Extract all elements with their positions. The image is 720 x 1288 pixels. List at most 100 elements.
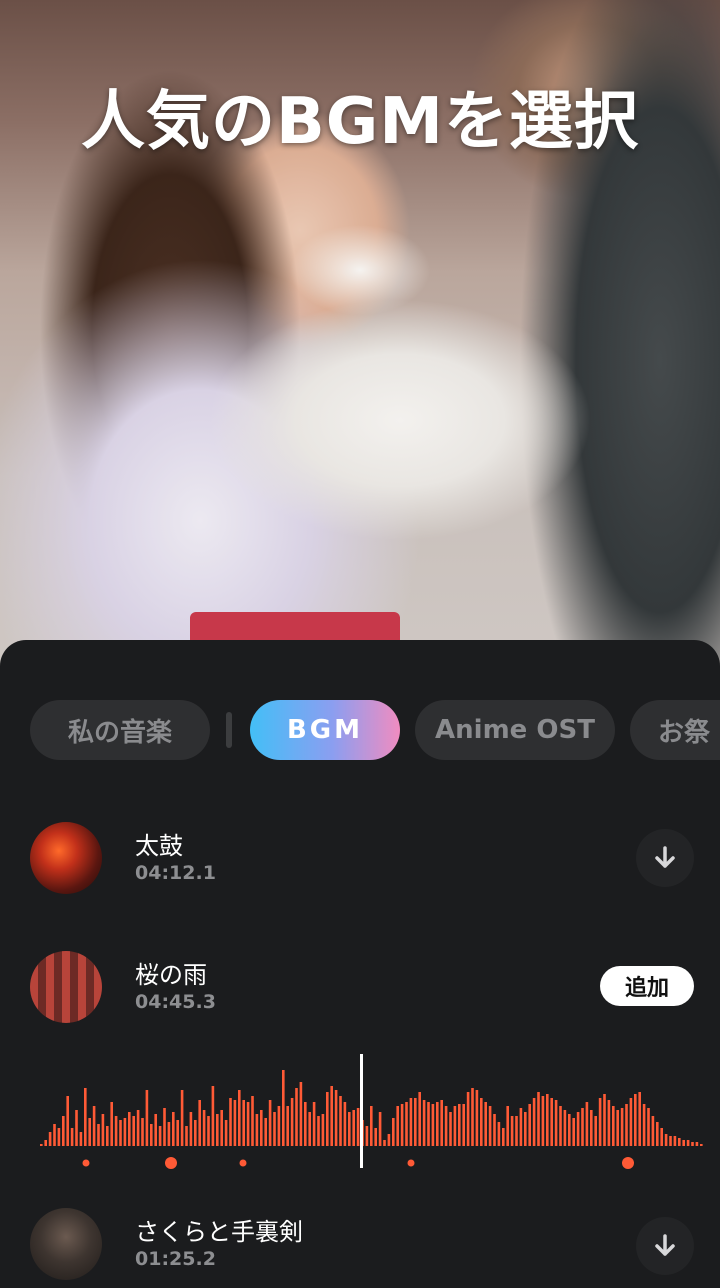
waveform-bar: [216, 1114, 219, 1146]
waveform-bar: [422, 1100, 426, 1146]
waveform-bar: [427, 1102, 430, 1146]
waveform-bar: [554, 1100, 558, 1146]
waveform-bar: [444, 1106, 448, 1146]
waveform-bar: [106, 1126, 109, 1146]
waveform-bar: [299, 1082, 303, 1146]
download-button[interactable]: [636, 829, 694, 887]
waveform-bar: [277, 1106, 281, 1146]
waveform-bar: [150, 1124, 153, 1146]
beat-marker: [165, 1157, 177, 1169]
waveform-bar: [506, 1106, 509, 1146]
waveform-bar: [392, 1118, 395, 1146]
waveform-bar: [510, 1116, 514, 1146]
waveform-bar: [330, 1086, 333, 1146]
waveform-bar: [365, 1126, 369, 1146]
waveform-bar: [682, 1140, 685, 1146]
waveform-bar: [255, 1114, 259, 1146]
waveform-bar: [251, 1096, 254, 1146]
waveform-bar: [211, 1086, 215, 1146]
waveform-bar: [114, 1116, 118, 1146]
waveform-bar: [260, 1110, 263, 1146]
waveform-bar: [312, 1102, 316, 1146]
download-button[interactable]: [636, 1217, 694, 1275]
waveform-bar: [405, 1102, 408, 1146]
add-button[interactable]: 追加: [600, 966, 694, 1006]
waveform-bar: [383, 1140, 386, 1146]
waveform-bar: [572, 1118, 575, 1146]
waveform-bar: [519, 1108, 523, 1146]
waveform-bar: [224, 1120, 228, 1146]
waveform-bar: [57, 1128, 61, 1146]
waveform-bar: [515, 1116, 518, 1146]
tab-my-music[interactable]: 私の音楽: [30, 700, 210, 760]
waveform-bar: [238, 1090, 241, 1146]
waveform-bar: [664, 1134, 668, 1146]
waveform-bar: [488, 1106, 492, 1146]
waveform-bar: [167, 1122, 171, 1146]
waveform-bar: [607, 1100, 611, 1146]
waveform-bar: [92, 1106, 96, 1146]
waveform-bar: [66, 1096, 69, 1146]
waveform-bar: [185, 1126, 188, 1146]
track-thumbnail: [30, 822, 102, 894]
waveform-bar: [334, 1090, 338, 1146]
waveform-bar: [484, 1102, 487, 1146]
track-thumbnail: [30, 1208, 102, 1280]
track-duration: 01:25.2: [135, 1248, 216, 1270]
waveform-bar: [53, 1124, 56, 1146]
tab-anime-ost[interactable]: Anime OST: [415, 700, 615, 760]
waveform-bar: [418, 1092, 421, 1146]
track-duration: 04:45.3: [135, 991, 216, 1013]
waveform-bar: [563, 1110, 567, 1146]
waveform-bar: [647, 1108, 650, 1146]
waveform-bar: [537, 1092, 540, 1146]
tab-bgm[interactable]: BGM: [250, 700, 400, 760]
waveform-bar: [304, 1102, 307, 1146]
waveform-bar: [158, 1126, 162, 1146]
waveform-bar: [141, 1118, 144, 1146]
waveform-bar: [339, 1096, 342, 1146]
waveform-bar: [145, 1090, 149, 1146]
waveform-bar: [97, 1124, 100, 1146]
category-tabs: 私の音楽 BGM Anime OST お祭: [30, 700, 720, 762]
waveform-bar: [370, 1106, 373, 1146]
waveform-bar: [110, 1102, 113, 1146]
waveform-bar: [576, 1112, 580, 1146]
waveform-bar: [132, 1116, 135, 1146]
track-item[interactable]: さくらと手裏剣 01:25.2: [0, 1208, 720, 1288]
waveform-bar: [462, 1104, 465, 1146]
waveform-bar: [480, 1098, 483, 1146]
hero-title: 人気のBGMを選択: [81, 85, 639, 159]
waveform-bar: [172, 1112, 175, 1146]
waveform-bar: [669, 1136, 672, 1146]
waveform-bar: [440, 1100, 443, 1146]
waveform-bar: [656, 1122, 659, 1146]
tab-festival[interactable]: お祭: [630, 700, 720, 760]
music-sheet: 私の音楽 BGM Anime OST お祭 太鼓 04:12.1 桜の雨 04:…: [0, 640, 720, 1280]
waveform-bar: [273, 1112, 276, 1146]
waveform-bar: [119, 1120, 122, 1146]
waveform-bar: [695, 1142, 699, 1146]
track-title: 太鼓: [135, 832, 183, 860]
waveform-bar: [374, 1128, 377, 1146]
waveform-bar: [466, 1092, 470, 1146]
waveform-bar: [233, 1100, 237, 1146]
waveform-bar: [673, 1136, 677, 1146]
track-item-selected[interactable]: 桜の雨 04:45.3 追加: [0, 951, 720, 1031]
playhead[interactable]: [360, 1054, 363, 1168]
waveform[interactable]: [0, 1050, 720, 1180]
waveform-bar: [546, 1094, 549, 1146]
waveform-bar: [691, 1142, 694, 1146]
track-item[interactable]: 太鼓 04:12.1: [0, 822, 720, 902]
waveform-bar: [348, 1112, 351, 1146]
waveform-bar: [436, 1102, 439, 1146]
waveform-bar: [48, 1132, 52, 1146]
waveform-bar: [625, 1104, 628, 1146]
waveform-bar: [471, 1088, 474, 1146]
waveform-bar: [101, 1114, 105, 1146]
waveform-bar: [317, 1116, 320, 1146]
waveform-bar: [286, 1106, 289, 1146]
waveform-bar: [62, 1116, 65, 1146]
waveform-bar: [493, 1114, 496, 1146]
track-thumbnail: [30, 951, 102, 1023]
